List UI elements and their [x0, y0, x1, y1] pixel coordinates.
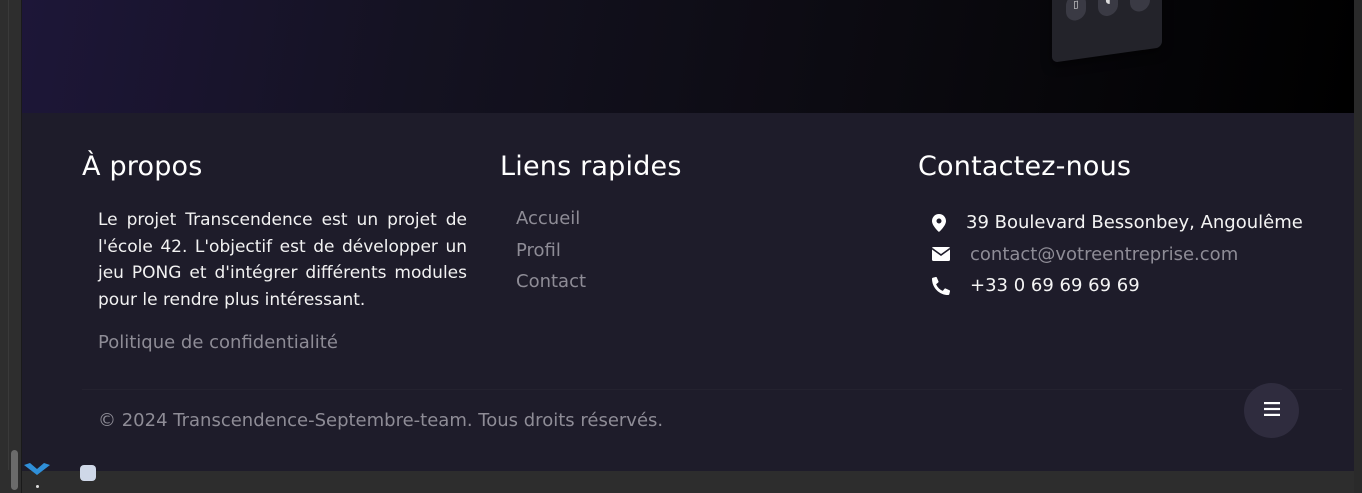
app-logo-icon[interactable] — [22, 461, 52, 485]
contact-email-link[interactable]: contact@votreentreprise.com — [966, 244, 1238, 265]
phone-icon — [932, 276, 966, 296]
contact-title: Contactez-nous — [918, 151, 1132, 182]
right-rail — [1354, 0, 1362, 493]
taskbar — [22, 463, 1354, 493]
quick-link-home[interactable]: Accueil — [516, 207, 586, 239]
device-button-icon — [1130, 0, 1150, 13]
contact-address-row: 39 Boulevard Bessonbey, Angoulême — [932, 207, 1303, 239]
quick-link-contact[interactable]: Contact — [516, 270, 586, 302]
scrollbar-thumb[interactable] — [11, 450, 18, 490]
active-indicator — [36, 485, 39, 488]
site-footer: À propos Le projet Transcendence est un … — [22, 113, 1354, 471]
contact-phone-row: +33 0 69 69 69 69 — [932, 270, 1303, 302]
app-icon[interactable] — [80, 465, 96, 481]
map-pin-icon — [932, 213, 966, 233]
contact-phone: +33 0 69 69 69 69 — [970, 275, 1140, 297]
hamburger-menu-icon — [1263, 402, 1280, 419]
contact-email-row: contact@votreentreprise.com — [932, 239, 1303, 271]
footer-divider — [82, 389, 1342, 390]
about-title: À propos — [82, 151, 203, 182]
left-scroll-rail — [0, 0, 22, 493]
contact-list: 39 Boulevard Bessonbey, Angoulême contac… — [932, 207, 1303, 302]
copyright-text: © 2024 Transcendence-Septembre-team. Tou… — [98, 410, 664, 431]
quick-links-title: Liens rapides — [500, 151, 682, 182]
device-button-icon: ◖ — [1098, 0, 1118, 18]
rail-edge — [8, 0, 9, 470]
quick-link-profile[interactable]: Profil — [516, 239, 586, 271]
hero-banner: ▯ ◖ — [22, 0, 1354, 113]
menu-toggle-button[interactable] — [1244, 383, 1299, 438]
contact-address: 39 Boulevard Bessonbey, Angoulême — [966, 212, 1303, 234]
about-description: Le projet Transcendence est un projet de… — [98, 210, 467, 310]
game-controller-illustration: ▯ ◖ — [1052, 0, 1162, 63]
privacy-policy-link[interactable]: Politique de confidentialité — [98, 332, 338, 353]
envelope-icon — [932, 244, 966, 264]
quick-links-nav: Accueil Profil Contact — [516, 207, 586, 302]
device-button-icon: ▯ — [1066, 0, 1086, 22]
